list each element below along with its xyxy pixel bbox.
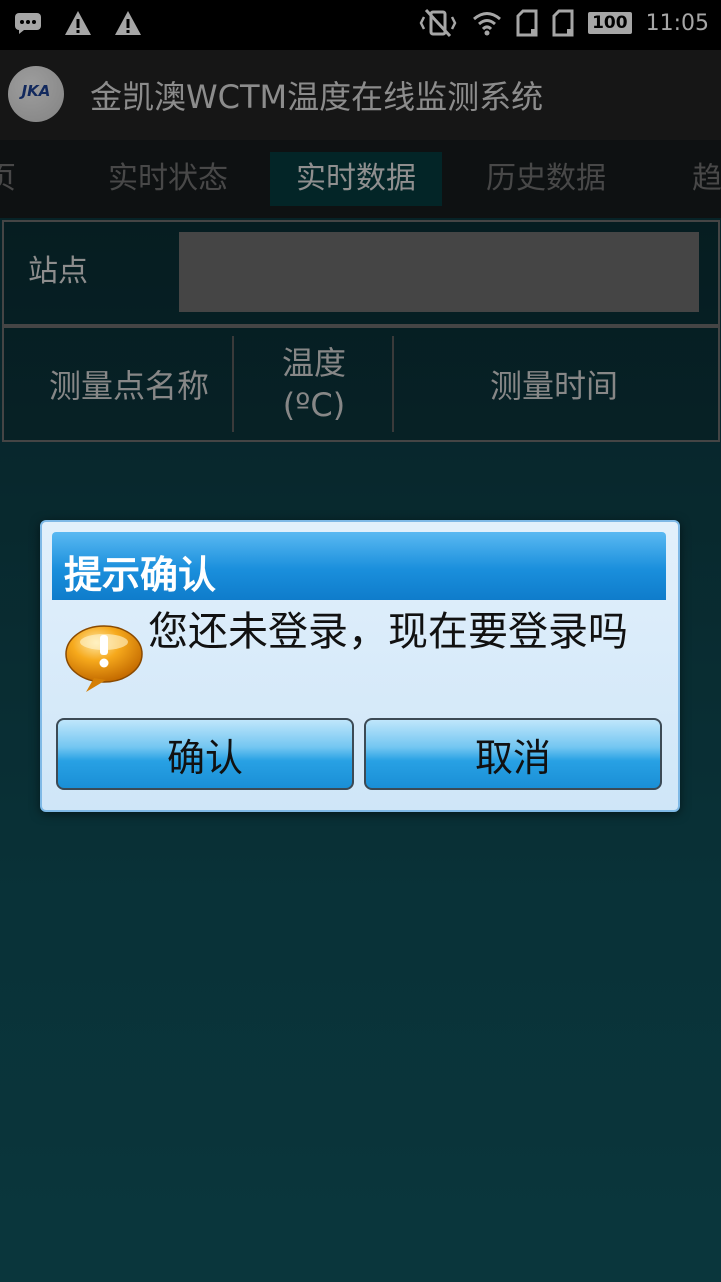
login-confirm-dialog: 提示确认 您还未登录，现在要登录吗 确认 取消 [40,520,680,812]
app-screen: 100 11:05 JKA 金凯澳WCTM温度在线监测系统 页 实时状态 实时数… [0,0,721,1282]
dialog-message: 您还未登录，现在要登录吗 [148,609,628,655]
dialog-title: 提示确认 [64,553,217,597]
exclamation-bubble-icon [65,625,143,692]
cancel-button[interactable]: 取消 [364,718,662,790]
dialog-header: 提示确认 [52,532,666,600]
confirm-button[interactable]: 确认 [56,718,354,790]
